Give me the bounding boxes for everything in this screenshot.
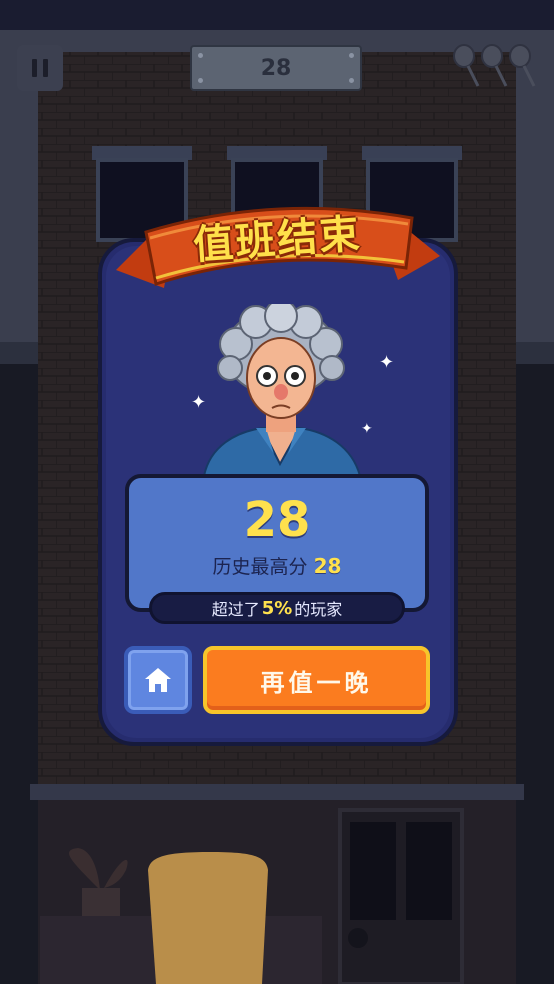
best-score-value: 28 (313, 554, 342, 578)
home-button[interactable] (124, 646, 192, 714)
rank-percent: 5% (261, 597, 293, 619)
rank-suffix: 的玩家 (294, 600, 343, 619)
hud-score: 28 (260, 55, 292, 81)
rank-prefix: 超过了 (211, 600, 260, 619)
sparkle-icon: ✦ (361, 421, 373, 437)
sparkle-icon: ✦ (191, 392, 207, 413)
balloon-icon (453, 44, 536, 87)
best-score-line: 历史最高分 28 (125, 552, 429, 579)
pause-icon (32, 59, 37, 77)
rank-pill: 超过了 5% 的玩家 (149, 592, 405, 624)
hud-score-plate: 28 (190, 45, 362, 91)
pause-button[interactable] (17, 45, 63, 91)
sparkle-icon: ✦ (379, 352, 395, 373)
granny-character (202, 304, 362, 476)
best-score-label: 历史最高分 (212, 556, 308, 578)
lives-indicator (453, 44, 536, 87)
home-icon (145, 668, 171, 692)
replay-button[interactable]: 再值一晚 (203, 646, 430, 714)
final-score: 28 (243, 492, 311, 548)
